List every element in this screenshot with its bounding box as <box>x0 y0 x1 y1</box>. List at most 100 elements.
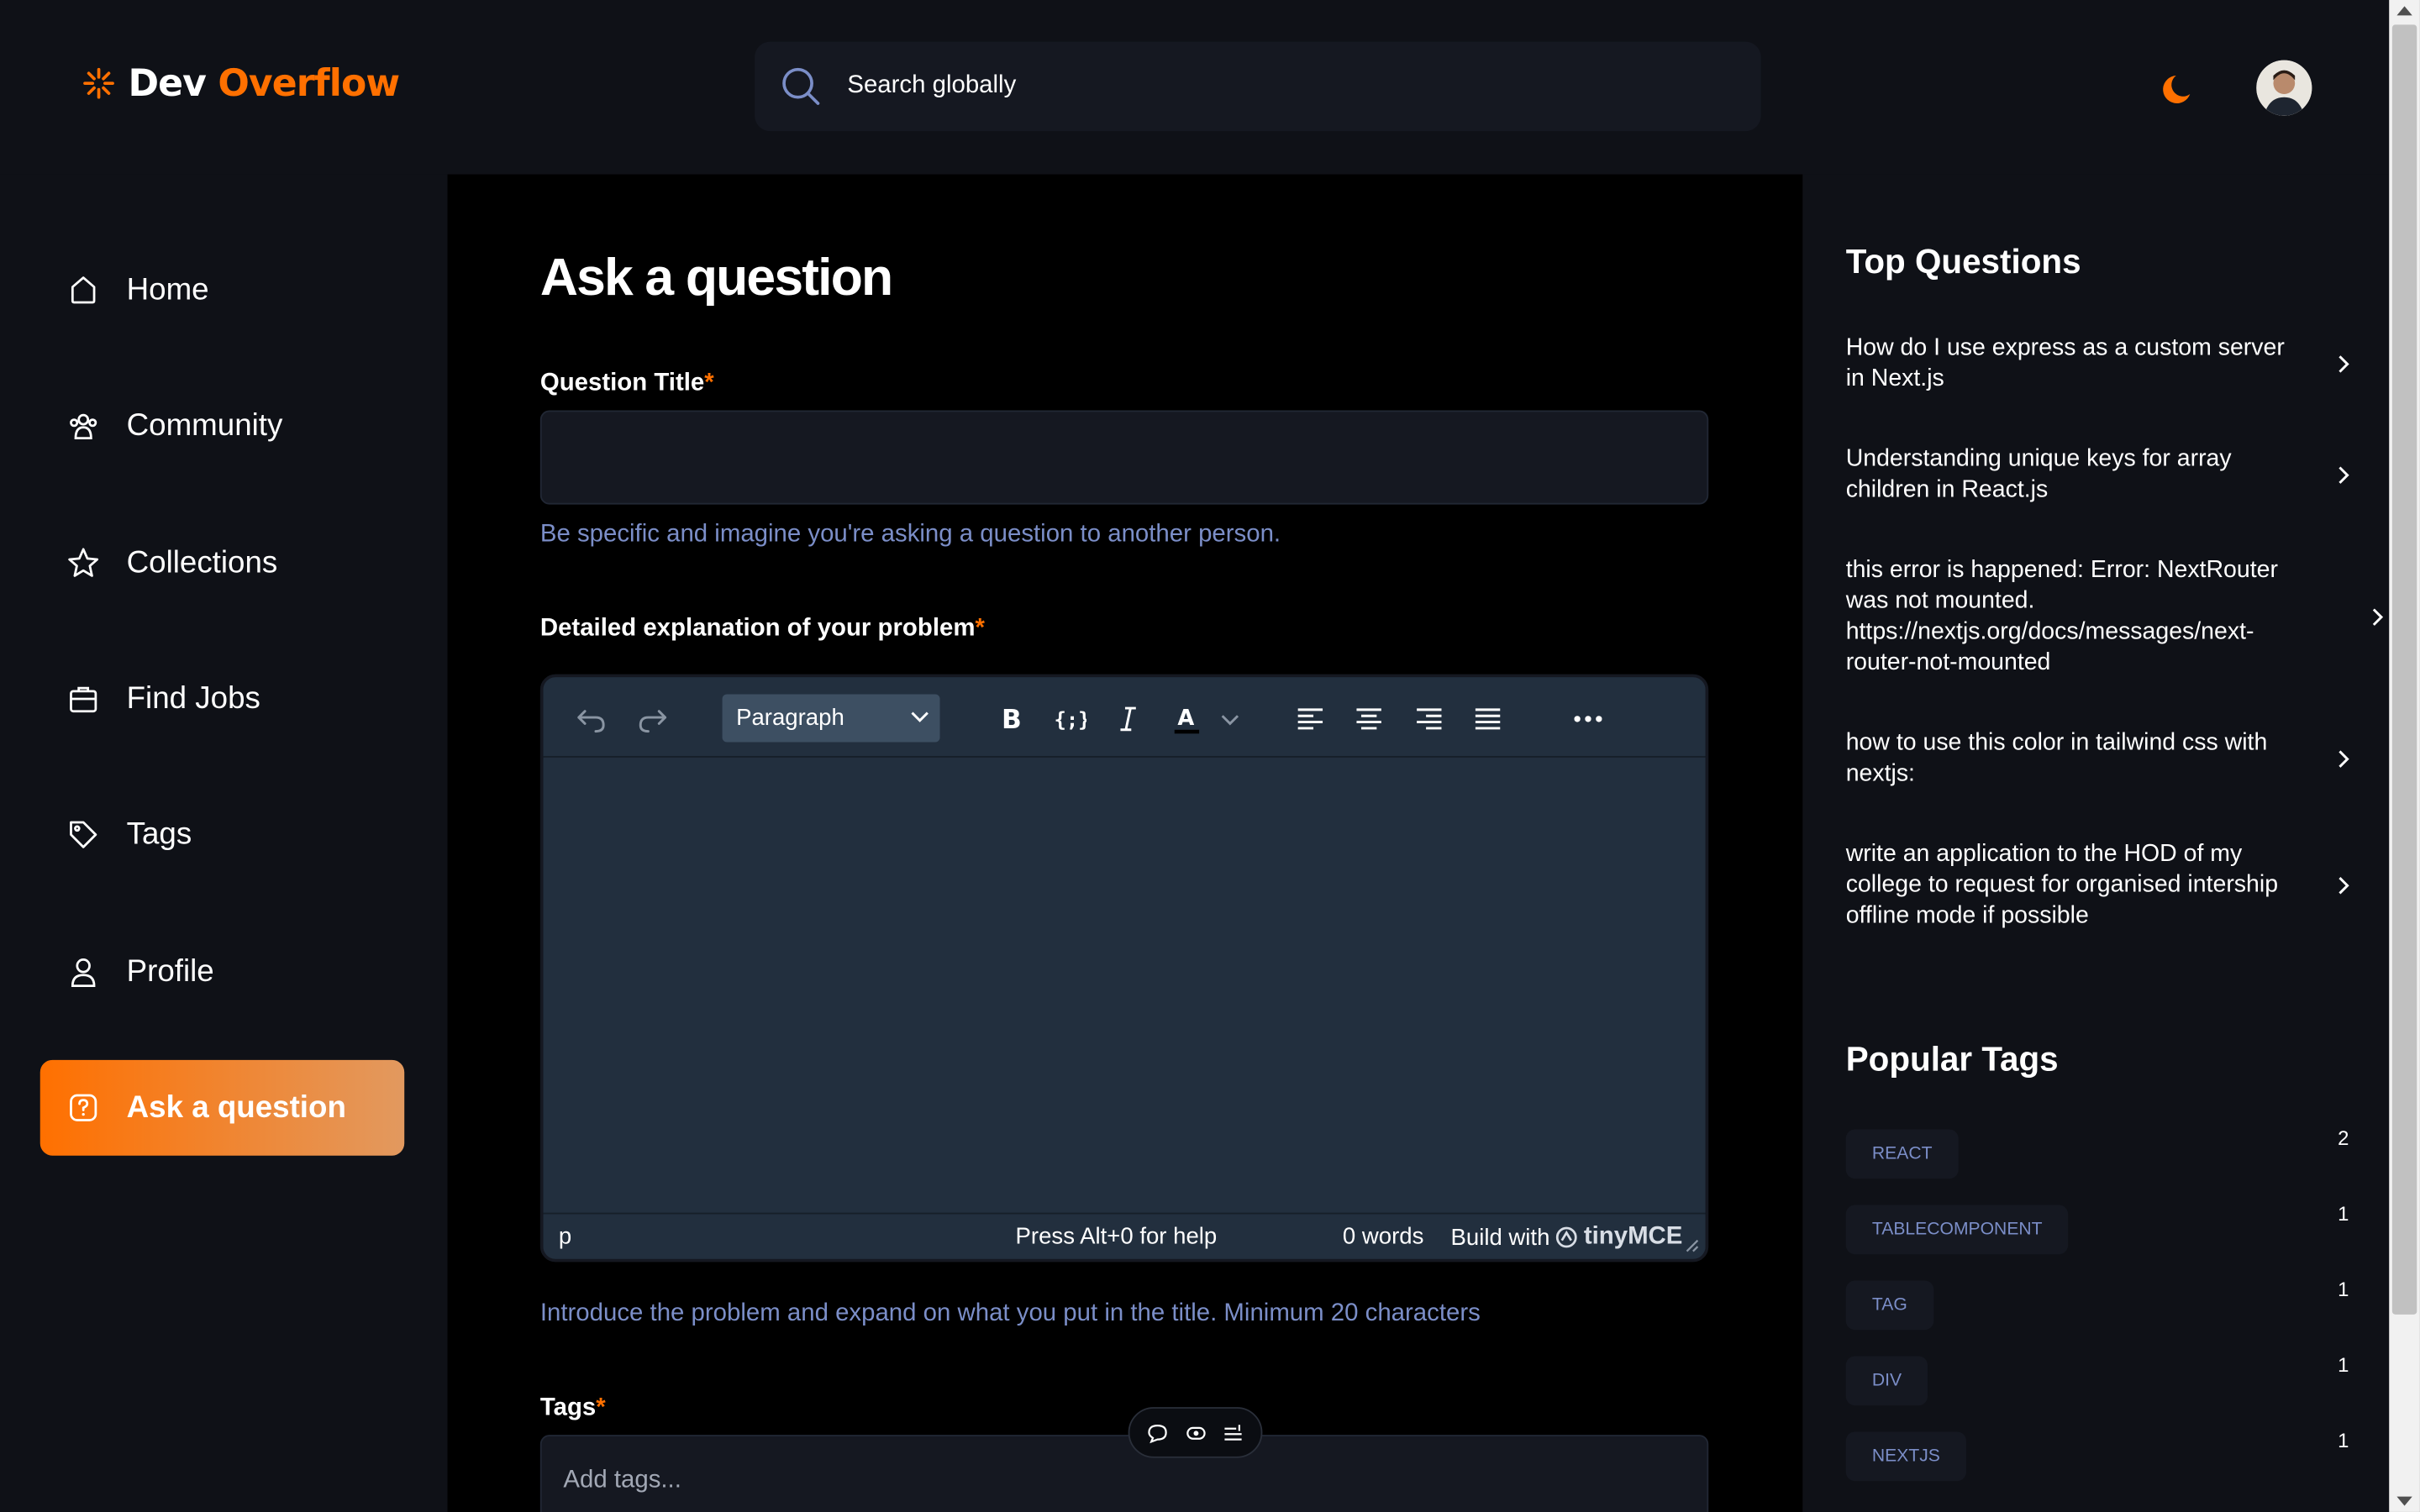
explanation-label-text: Detailed explanation of your problem <box>539 615 976 643</box>
sidebar-item-home[interactable]: Home <box>40 242 404 338</box>
page-title: Ask a question <box>539 248 893 307</box>
eye-icon[interactable] <box>1185 1422 1207 1444</box>
global-search[interactable] <box>755 41 1761 132</box>
users-icon <box>70 413 97 440</box>
right-sidebar: Top Questions How do I use express as a … <box>1802 174 2390 1512</box>
logo-icon <box>83 67 114 99</box>
tag-chip[interactable]: NEXTJS <box>1845 1431 1967 1482</box>
top-question-item[interactable]: this error is happened: Error: NextRoute… <box>1846 555 2390 679</box>
bold-button[interactable]: B <box>991 699 1031 739</box>
align-justify-icon <box>1475 708 1501 730</box>
sidebar-item-community[interactable]: Community <box>40 378 404 474</box>
scroll-up-arrow[interactable] <box>2396 6 2412 16</box>
tag-chip[interactable]: DIV <box>1845 1356 1928 1406</box>
home-icon <box>71 276 96 304</box>
star-icon <box>68 548 99 577</box>
top-question-item[interactable]: How do I use express as a custom server … <box>1846 333 2355 395</box>
sidebar-item-label: Home <box>126 272 209 307</box>
redo-button[interactable] <box>633 699 673 739</box>
tinymce-wordmark: tinyMCE <box>1583 1223 1683 1250</box>
sidebar-item-profile[interactable]: Profile <box>40 924 404 1020</box>
tinymce-logo-icon <box>1556 1226 1578 1248</box>
resize-handle-icon[interactable] <box>1684 1237 1699 1252</box>
align-justify-button[interactable] <box>1468 699 1508 739</box>
undo-button[interactable] <box>571 699 612 739</box>
align-center-button[interactable] <box>1349 699 1389 739</box>
align-right-icon <box>1417 708 1442 730</box>
align-left-button[interactable] <box>1290 699 1330 739</box>
tag-chip[interactable]: TAG <box>1845 1280 1934 1331</box>
chevron-right-icon <box>2338 750 2349 768</box>
popular-tag-row: NEXTJS 1 <box>1845 1429 2349 1482</box>
chevron-right-icon <box>2338 355 2349 373</box>
popular-tags-title: Popular Tags <box>1845 1039 2059 1079</box>
more-button[interactable] <box>1568 699 1608 739</box>
redo-icon <box>639 710 667 733</box>
svg-text:{;}: {;} <box>1054 708 1086 732</box>
sidebar-item-tags[interactable]: Tags <box>40 787 404 883</box>
comment-icon[interactable] <box>1146 1422 1168 1444</box>
code-sample-button[interactable]: {;} <box>1050 699 1090 739</box>
top-question-item[interactable]: write an application to the HOD of my co… <box>1846 839 2355 932</box>
sidebar-item-label: Community <box>126 407 283 443</box>
text-color-button[interactable]: A <box>1167 699 1207 739</box>
top-question-text: How do I use express as a custom server … <box>1845 334 2285 392</box>
avatar-image <box>2256 60 2312 116</box>
popular-tag-row: DIV 1 <box>1845 1352 2349 1406</box>
chevron-down-icon <box>1221 715 1239 726</box>
popular-tag-row: REACT 2 <box>1845 1126 2349 1179</box>
editor-toolbar: Paragraph B {;} A <box>543 677 1706 758</box>
chevron-right-icon <box>2372 608 2384 626</box>
popular-tag-row: TABLECOMPONENT 1 <box>1845 1201 2349 1255</box>
question-title-input[interactable] <box>539 410 1709 505</box>
search-input[interactable] <box>847 72 1712 101</box>
scroll-down-arrow[interactable] <box>2396 1496 2412 1506</box>
sidebar-item-find-jobs[interactable]: Find Jobs <box>40 651 404 747</box>
sidebar-item-collections[interactable]: Collections <box>40 515 404 611</box>
search-icon <box>782 67 820 105</box>
list-settings-icon[interactable] <box>1223 1422 1244 1444</box>
tag-count: 1 <box>2338 1352 2349 1377</box>
tags-label-text: Tags <box>539 1394 597 1421</box>
help-hint: Press Alt+0 for help <box>1015 1223 1218 1250</box>
italic-button[interactable] <box>1108 699 1149 739</box>
top-question-item[interactable]: how to use this color in tailwind css wi… <box>1846 728 2355 790</box>
question-title-label-text: Question Title <box>539 370 705 397</box>
tag-count: 1 <box>2338 1201 2349 1226</box>
avatar[interactable] <box>2256 60 2312 116</box>
logo-text: Dev Overflow <box>128 61 400 105</box>
logo[interactable]: Dev Overflow <box>79 61 400 105</box>
tag-icon <box>70 821 97 848</box>
block-format-value: Paragraph <box>736 705 844 732</box>
sidebar-item-label: Collections <box>126 545 278 580</box>
word-count[interactable]: 0 words <box>1343 1224 1423 1250</box>
user-icon <box>71 958 96 988</box>
chevron-down-icon <box>911 711 929 722</box>
element-path[interactable]: p <box>559 1224 571 1250</box>
block-format-select[interactable]: Paragraph <box>722 694 940 743</box>
moon-icon[interactable] <box>2160 68 2200 108</box>
sidebar-item-ask-question[interactable]: Ask a question <box>39 1059 405 1156</box>
align-right-button[interactable] <box>1409 699 1449 739</box>
tag-count: 2 <box>2338 1126 2349 1150</box>
text-color-dropdown[interactable] <box>1210 699 1250 739</box>
tinymce-branding[interactable]: Build with tinyMCE <box>1450 1224 1682 1252</box>
align-left-icon <box>1297 708 1323 730</box>
bold-icon: B <box>1002 705 1022 735</box>
main-content: Ask a question Question Title* Be specif… <box>447 174 1803 1512</box>
sidebar-item-label: Tags <box>126 816 192 851</box>
tag-chip[interactable]: TABLECOMPONENT <box>1845 1205 2069 1255</box>
scroll-thumb[interactable] <box>2391 24 2417 1315</box>
top-question-item[interactable]: Understanding unique keys for array chil… <box>1846 444 2355 506</box>
tag-chip[interactable]: REACT <box>1845 1129 1959 1179</box>
editor-body[interactable] <box>543 759 1706 1216</box>
editor-statusbar: p Press Alt+0 for help 0 words Build wit… <box>543 1212 1706 1259</box>
logo-prefix: Dev <box>128 61 206 105</box>
page-scrollbar[interactable] <box>2389 0 2420 1512</box>
top-question-text: Understanding unique keys for array chil… <box>1845 445 2232 503</box>
sidebar-item-label: Find Jobs <box>126 680 260 716</box>
question-icon <box>70 1094 97 1121</box>
explanation-hint: Introduce the problem and expand on what… <box>539 1300 1481 1327</box>
svg-text:B: B <box>1002 705 1022 735</box>
tags-input[interactable]: Add tags... <box>539 1435 1709 1512</box>
